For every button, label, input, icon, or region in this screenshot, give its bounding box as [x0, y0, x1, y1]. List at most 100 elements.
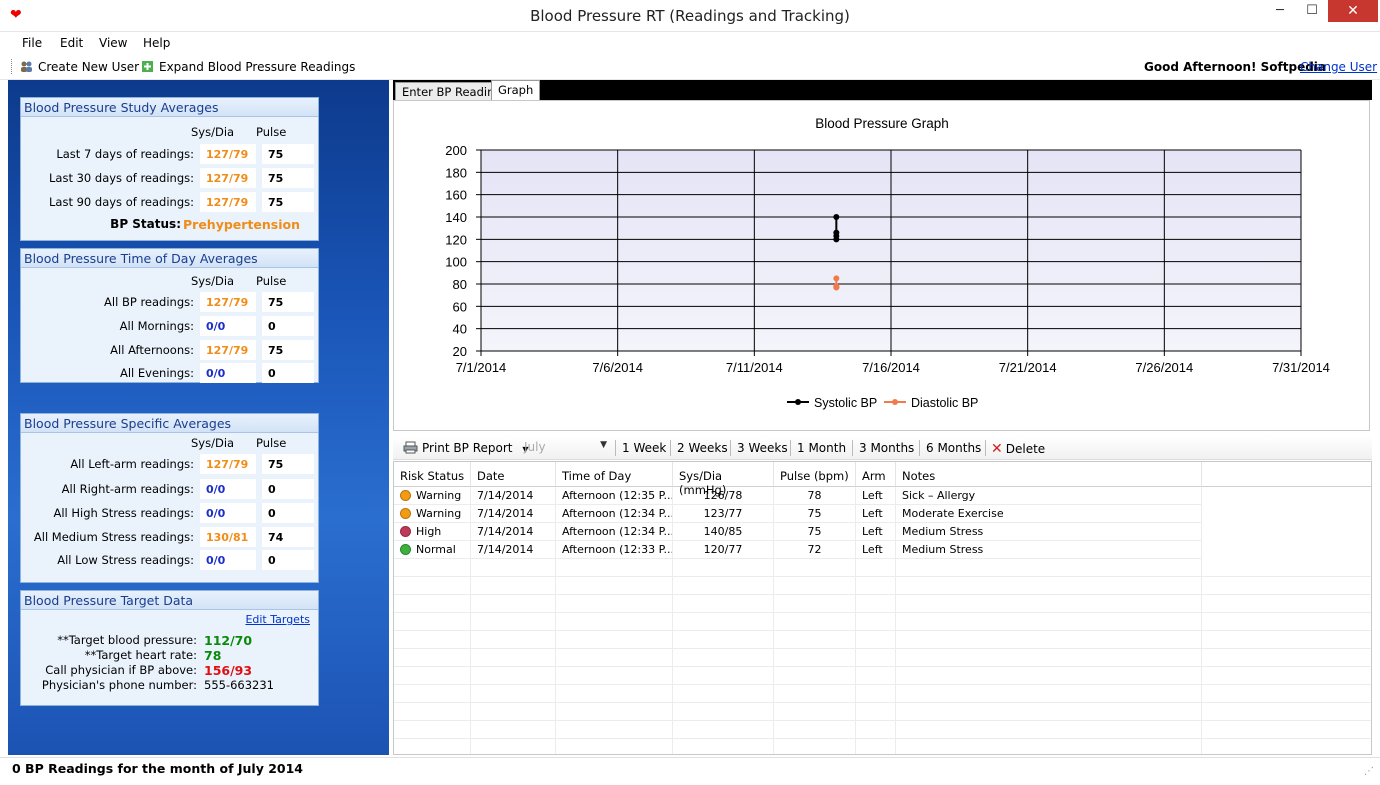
graph-panel: 20 40 60 80 100 120 140 160 180 200 7/1/2014 7/6/20…: [393, 100, 1370, 431]
tab-graph[interactable]: Graph: [491, 80, 541, 101]
col-header-notes[interactable]: Notes: [896, 462, 1202, 487]
target-row: Physician's phone number: 555-663231: [21, 678, 320, 694]
expand-readings-button[interactable]: Expand Blood Pressure Readings: [141, 60, 355, 74]
separator: [730, 440, 731, 456]
resize-grip-icon[interactable]: ⋰: [1364, 766, 1374, 777]
close-button[interactable]: ✕: [1328, 0, 1378, 22]
avg-row: All Mornings: 0/0 0: [21, 316, 320, 336]
risk-cell: Normal: [394, 541, 471, 559]
pulse-value: 75: [262, 292, 314, 312]
avg-row: Last 30 days of readings: 127/79 75: [21, 168, 320, 188]
grid-line: [394, 612, 1371, 613]
sysdia-value: 127/79: [200, 144, 256, 164]
data-point: [833, 275, 840, 282]
col-header-arm[interactable]: Arm: [856, 462, 896, 487]
edit-targets-link[interactable]: Edit Targets: [245, 613, 310, 626]
col-header-risk[interactable]: Risk Status: [394, 462, 471, 487]
bp-chart: 20 40 60 80 100 120 140 160 180 200 7/1/2014 7/6/20…: [445, 116, 1330, 410]
col-header-pulse[interactable]: Pulse (bpm): [774, 462, 856, 487]
risk-label: Warning: [416, 507, 462, 520]
row-label: All Medium Stress readings:: [33, 530, 194, 544]
date-cell: 7/14/2014: [471, 541, 556, 559]
col-header-filler: [1202, 462, 1371, 487]
grid-line: [394, 738, 1371, 739]
row-label: All Afternoons:: [110, 343, 194, 357]
readings-table: Risk Status Date Time of Day Sys/Dia (mm…: [393, 461, 1372, 755]
sysdia-cell: 126/78: [673, 487, 774, 505]
menu-bar: File Edit View Help: [0, 32, 1380, 54]
range-3-weeks-button[interactable]: 3 Weeks: [737, 441, 788, 455]
sysdia-value: 0/0: [200, 316, 256, 336]
avg-row: All Medium Stress readings: 130/81 74: [21, 527, 320, 547]
grid-line: [394, 684, 1371, 685]
month-select[interactable]: July ▼: [519, 439, 609, 457]
pulse-value: 0: [262, 363, 314, 383]
row-label: Last 7 days of readings:: [56, 147, 194, 161]
legend-marker: [892, 399, 898, 405]
separator: [852, 440, 853, 456]
menu-help[interactable]: Help: [143, 36, 170, 50]
grid-line: [394, 594, 1371, 595]
range-2-weeks-button[interactable]: 2 Weeks: [677, 441, 728, 455]
date-cell: 7/14/2014: [471, 523, 556, 541]
pulse-value: 0: [262, 503, 314, 523]
col-header-sysdia: Sys/Dia: [191, 274, 235, 288]
pulse-cell: 72: [774, 541, 856, 559]
sysdia-value: 0/0: [200, 550, 256, 570]
avg-row: All Right-arm readings: 0/0 0: [21, 479, 320, 499]
grid-line: [672, 487, 673, 754]
sysdia-value: 127/79: [200, 340, 256, 360]
chevron-down-icon: ▼: [600, 440, 607, 450]
separator: [790, 440, 791, 456]
x-tick-label: 7/6/2014: [592, 360, 643, 375]
change-user-link[interactable]: Change User: [1300, 60, 1377, 74]
avg-row: All Left-arm readings: 127/79 75: [21, 454, 320, 474]
pulse-value: 0: [262, 316, 314, 336]
delete-button[interactable]: ✕ Delete: [991, 441, 1045, 457]
main-toolbar: Create New User Expand Blood Pressure Re…: [0, 54, 1380, 80]
create-user-button[interactable]: Create New User: [20, 60, 139, 74]
grid-line: [394, 648, 1371, 649]
y-tick-label: 120: [445, 232, 467, 247]
row-label: Call physician if BP above:: [45, 663, 197, 677]
y-tick-label: 140: [445, 210, 467, 225]
col-header-sysdia: Sys/Dia: [191, 436, 235, 450]
range-1-month-button[interactable]: 1 Month: [797, 441, 846, 455]
risk-cell: Warning: [394, 487, 471, 505]
print-report-button[interactable]: Print BP Report ▼: [403, 441, 528, 455]
grid-line: [394, 630, 1371, 631]
range-3-months-button[interactable]: 3 Months: [859, 441, 914, 455]
notes-cell: Sick – Allergy: [896, 487, 1202, 505]
status-bar: 0 BP Readings for the month of July 2014…: [0, 757, 1380, 785]
grid-line: [394, 666, 1371, 667]
row-label: All Mornings:: [119, 319, 194, 333]
menu-view[interactable]: View: [99, 36, 127, 50]
col-header-date[interactable]: Date: [471, 462, 556, 487]
date-cell: 7/14/2014: [471, 487, 556, 505]
minimize-button[interactable]: ─: [1264, 0, 1296, 22]
sysdia-value: 130/81: [200, 527, 256, 547]
range-1-week-button[interactable]: 1 Week: [622, 441, 666, 455]
row-label: All Left-arm readings:: [70, 457, 194, 471]
sysdia-value: 0/0: [200, 503, 256, 523]
menu-edit[interactable]: Edit: [60, 36, 83, 50]
avg-row: All Afternoons: 127/79 75: [21, 340, 320, 360]
greeting-text: Good Afternoon! Softpedia: [1144, 60, 1327, 74]
sysdia-cell: 120/77: [673, 541, 774, 559]
maximize-button[interactable]: ☐: [1296, 0, 1328, 22]
notes-cell: Medium Stress: [896, 523, 1202, 541]
sysdia-value: 0/0: [200, 479, 256, 499]
notes-cell: Moderate Exercise: [896, 505, 1202, 523]
avg-row: All Low Stress readings: 0/0 0: [21, 550, 320, 570]
risk-cell: Warning: [394, 505, 471, 523]
users-icon: [21, 61, 32, 72]
pulse-cell: 75: [774, 523, 856, 541]
menu-file[interactable]: File: [22, 36, 42, 50]
range-6-months-button[interactable]: 6 Months: [926, 441, 981, 455]
col-header-sysdia[interactable]: Sys/Dia (mmHg): [673, 462, 774, 497]
expand-readings-label: Expand Blood Pressure Readings: [159, 60, 356, 74]
pulse-value: 74: [262, 527, 314, 547]
col-header-pulse: Pulse: [256, 436, 287, 450]
col-header-time[interactable]: Time of Day: [556, 462, 673, 487]
sysdia-cell: 140/85: [673, 523, 774, 541]
